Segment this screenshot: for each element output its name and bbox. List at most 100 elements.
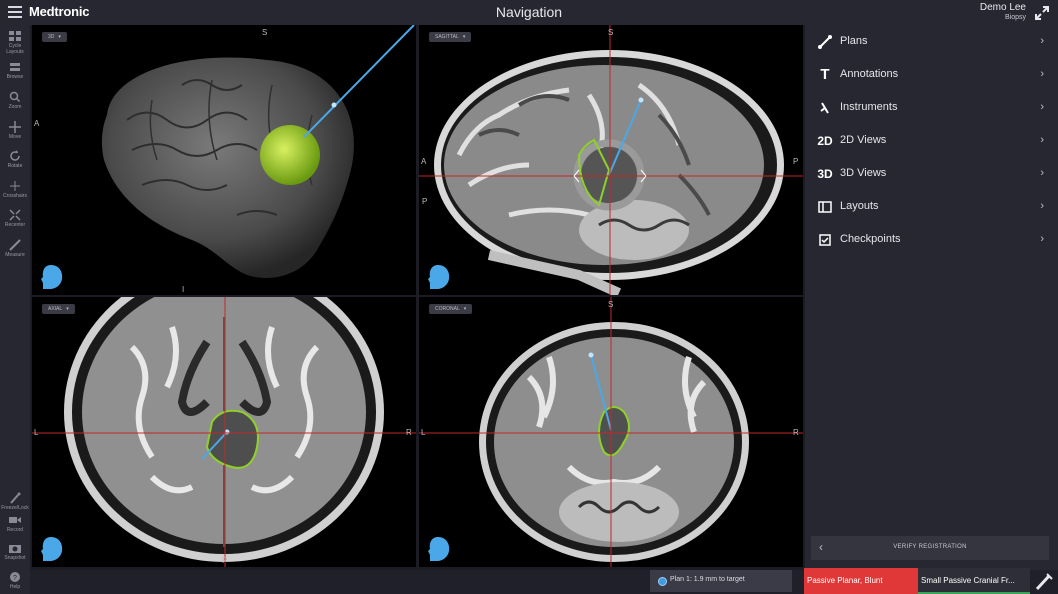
tool-label: Cycle Layouts [6,43,24,55]
right-panel: Plans › T Annotations › Instruments › 2D… [805,25,1058,570]
user-info[interactable]: Demo Lee Biopsy [980,2,1026,23]
chevron-right-icon: › [1040,233,1044,245]
orient-bottom: I [182,285,185,294]
menu-item-label: Checkpoints [840,233,901,245]
menu-item-3d-views[interactable]: 3D 3D Views › [805,161,1058,187]
page-title: Navigation [495,4,563,20]
instrument-2-label: Small Passive Cranial Fr... [921,576,1015,585]
move-button[interactable]: Move [0,121,30,140]
tool-label: Crosshairs [3,193,27,199]
chevron-right-icon: › [1040,68,1044,80]
checkpoints-icon [819,234,831,246]
help-icon: ? [10,572,20,582]
freeze-lock-button[interactable]: Freeze/Lock [0,492,30,511]
menu-item-instruments[interactable]: Instruments › [805,95,1058,121]
expand-icon[interactable] [1034,5,1050,21]
chevron-right-icon: › [1040,35,1044,47]
record-icon [9,517,21,523]
head-orientation-icon[interactable] [425,263,451,291]
orient-left: L [421,428,426,437]
viewport-label-coronal[interactable]: CORONAL ▾ [429,304,473,314]
instrument-status-2[interactable]: Small Passive Cranial Fr... [918,568,1030,594]
plan-indicator-icon [658,577,667,586]
2d-views-icon: 2D [817,134,833,148]
tool-label: Rotate [7,163,23,169]
rotate-icon [10,150,20,161]
verify-registration-label: VERIFY REGISTRATION [893,544,967,550]
head-orientation-icon[interactable] [425,535,451,563]
help-button[interactable]: ? Help [0,571,30,590]
orient-left: A [421,157,427,166]
layouts-icon [818,201,832,213]
orient-top: S [262,28,268,37]
viewport-coronal[interactable]: CORONAL ▾ S L R [419,297,803,567]
record-button[interactable]: Record [0,514,30,533]
plan-status-text: Plan 1: 1.9 mm to target [670,576,745,583]
brain-3d-render [101,25,415,278]
orient-top: S [608,28,614,37]
chevron-right-icon: › [1040,200,1044,212]
tool-label: Measure [5,252,25,258]
rotate-button[interactable]: Rotate [0,150,30,169]
menu-item-label: 3D Views [840,167,887,179]
instruments-icon [820,102,829,114]
measure-button[interactable]: Measure [0,239,30,258]
snapshot-icon [9,545,21,553]
tool-label: Record [6,527,24,533]
user-name: Demo Lee [979,2,1026,13]
menu-item-label: Annotations [840,68,899,80]
tool-label: Zoom [8,104,22,110]
svg-text:?: ? [13,575,17,582]
orient-right: R [406,428,412,437]
plan-status[interactable]: Plan 1: 1.9 mm to target [650,570,792,592]
crosshairs-icon [10,181,20,191]
menu-item-plans[interactable]: Plans › [805,29,1058,55]
viewport-axial[interactable]: AXIAL ▾ L R P [32,297,416,567]
instrument-status-1[interactable]: Passive Planar, Blunt [804,568,918,594]
viewport-label-3d[interactable]: 3D ▾ [42,32,67,42]
tool-label: Freeze/Lock [1,505,29,511]
menu-item-layouts[interactable]: Layouts › [805,194,1058,220]
cycle-layouts-icon [9,31,21,41]
browse-button[interactable]: Browse [0,61,30,80]
viewport-3d[interactable]: 3D ▾ S A I [32,25,416,295]
orient-left-2: P [422,197,428,206]
recenter-icon [9,209,21,221]
browse-icon [10,63,20,71]
verify-registration-button[interactable]: ‹ VERIFY REGISTRATION [811,536,1049,560]
axial-slice [32,297,416,567]
menu-item-annotations[interactable]: T Annotations › [805,62,1058,88]
instrument-1-label: Passive Planar, Blunt [807,576,883,585]
orient-right: R [793,428,799,437]
orient-top: S [608,300,614,309]
move-icon [9,121,21,133]
head-orientation-icon[interactable] [38,535,64,563]
user-procedure: Biopsy [1004,14,1026,21]
chevron-right-icon: › [1040,134,1044,146]
chevron-right-icon: › [1040,101,1044,113]
recenter-button[interactable]: Recenter [0,209,30,228]
viewport-label-sagittal[interactable]: SAGITTAL ▾ [429,32,472,42]
measure-icon [9,239,21,251]
snapshot-button[interactable]: Snapshot [0,542,30,561]
tool-label: Recenter [4,222,26,228]
tool-label: Browse [6,74,24,80]
menu-item-label: Layouts [840,200,879,212]
probe-icon[interactable] [1032,570,1056,592]
crosshairs-button[interactable]: Crosshairs [0,180,30,199]
orient-left: A [34,119,40,128]
head-orientation-icon[interactable] [38,263,64,291]
tool-label: Snapshot [4,555,26,561]
top-bar: Medtronic Navigation Demo Lee Biopsy [0,0,1058,25]
menu-item-2d-views[interactable]: 2D 2D Views › [805,128,1058,154]
cycle-layouts-button[interactable]: Cycle Layouts [0,30,30,55]
zoom-button[interactable]: Zoom [0,91,30,110]
viewport-sagittal[interactable]: SAGITTAL ▾ S A P P [419,25,803,295]
menu-item-checkpoints[interactable]: Checkpoints › [805,227,1058,253]
menu-item-label: Plans [840,35,868,47]
orient-right: P [793,157,799,166]
orient-bottom: P [222,556,228,565]
viewport-label-axial[interactable]: AXIAL ▾ [42,304,75,314]
orient-left: L [34,428,39,437]
menu-item-label: Instruments [840,101,898,113]
